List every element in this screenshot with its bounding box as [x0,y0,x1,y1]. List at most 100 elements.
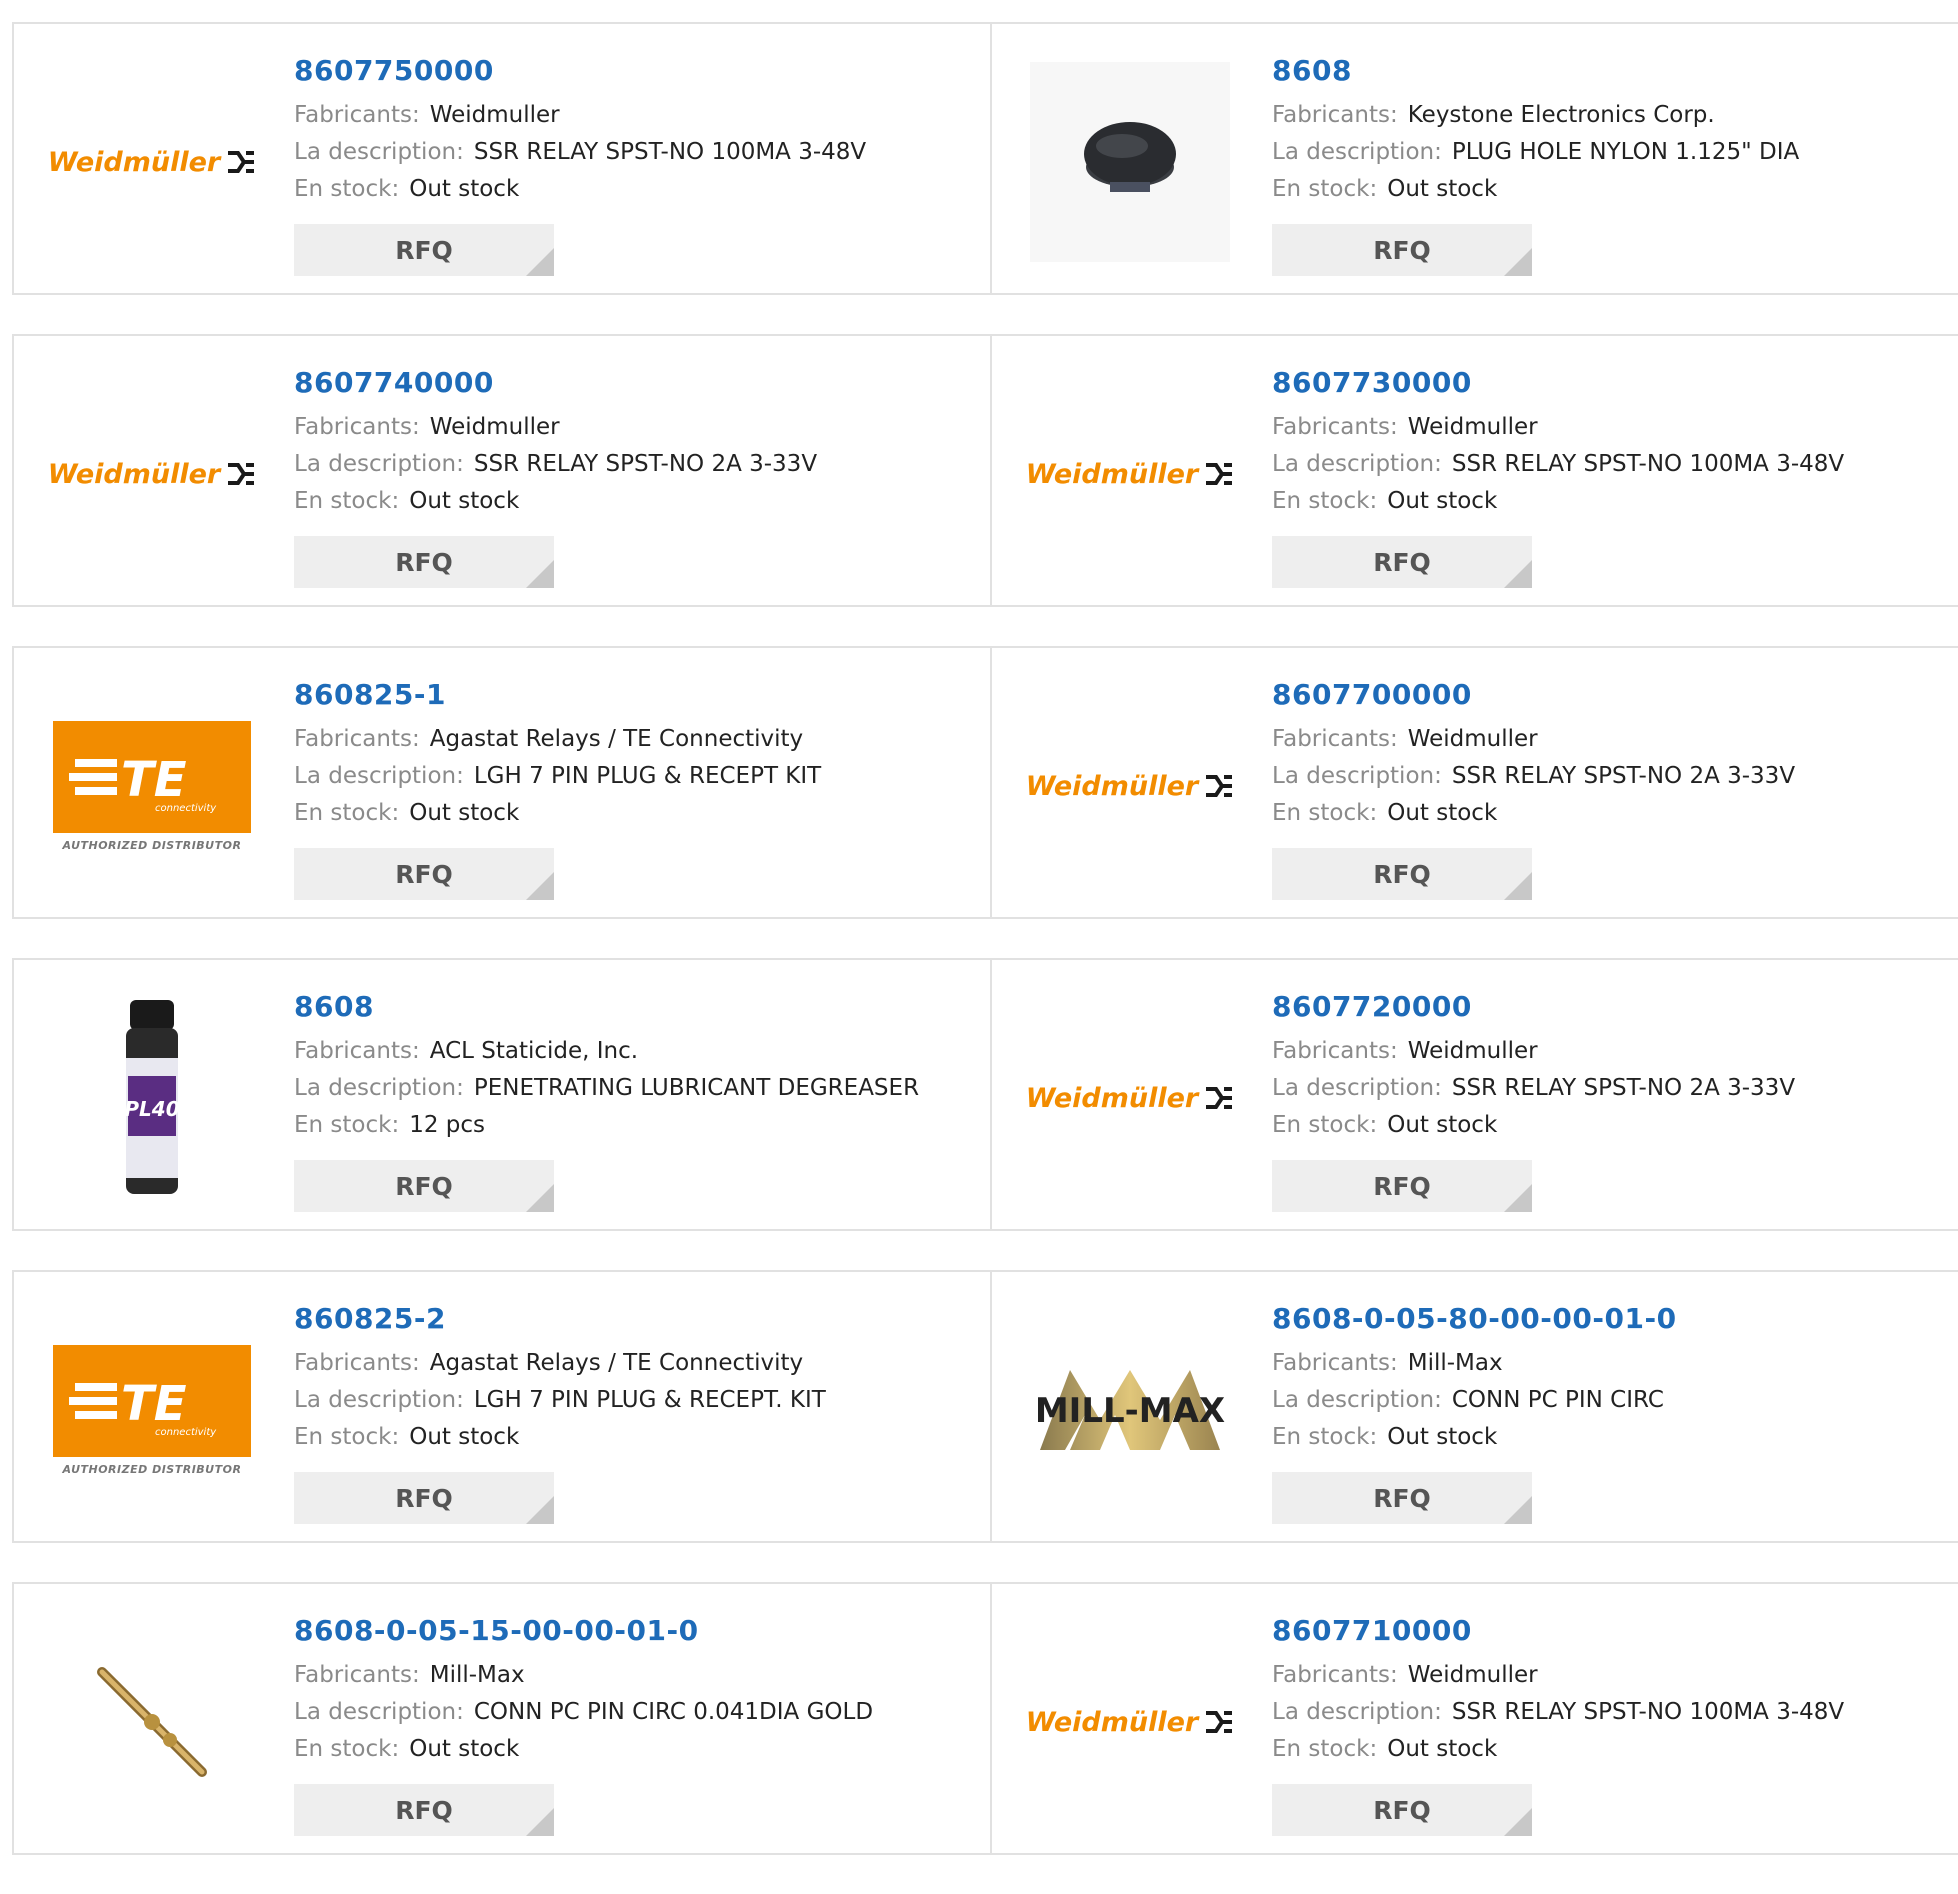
weidmuller-symbol-icon [1206,1087,1233,1109]
product-image[interactable] [1030,62,1230,262]
description-row: La description: PLUG HOLE NYLON 1.125" DI… [1272,134,1938,171]
manufacturer-row: Fabricants: Agastat Relays / TE Connectiv… [294,721,970,758]
part-number-link[interactable]: 8608-0-05-80-00-00-01-0 [1272,1302,1938,1335]
rfq-button[interactable]: RFQ [294,224,554,276]
manufacturer-label: Fabricants: [294,1038,420,1064]
part-number-link[interactable]: 8607710000 [1272,1614,1938,1647]
weidmuller-wordmark: Weidmüller [1025,1082,1199,1114]
manufacturer-label: Fabricants: [1272,726,1398,752]
product-info: 8608-0-05-80-00-00-01-0 Fabricants: Mill-… [1272,1302,1938,1456]
rfq-button[interactable]: RFQ [1272,536,1532,588]
description-value: SSR RELAY SPST-NO 2A 3-33V [1451,1075,1796,1101]
rfq-button[interactable]: RFQ [294,1472,554,1524]
manufacturer-label: Fabricants: [1272,102,1398,128]
product-image[interactable]: Weidmüller [1026,1622,1233,1822]
part-number-link[interactable]: 8607730000 [1272,366,1938,399]
rfq-button[interactable]: RFQ [1272,1160,1532,1212]
rfq-label: RFQ [395,547,453,577]
rfq-button[interactable]: RFQ [294,1160,554,1212]
part-number-link[interactable]: 8607720000 [1272,990,1938,1023]
rfq-button[interactable]: RFQ [294,536,554,588]
product-row: TE connectivity AUTHORIZED DISTRIBUTOR 860… [12,1270,1958,1543]
rfq-label: RFQ [395,1483,453,1513]
corner-triangle-icon [1504,872,1532,900]
part-number-link[interactable]: 860825-1 [294,678,970,711]
description-label: La description: [1272,451,1442,477]
description-value: SSR RELAY SPST-NO 100MA 3-48V [1451,451,1845,477]
stock-label: En stock: [1272,1736,1378,1762]
product-image[interactable]: Weidmüller [48,62,255,262]
rfq-label: RFQ [1373,1171,1431,1201]
rfq-label: RFQ [1373,235,1431,265]
rfq-button[interactable]: RFQ [1272,1472,1532,1524]
part-number-link[interactable]: 8607700000 [1272,678,1938,711]
stock-label: En stock: [294,800,400,826]
manufacturer-row: Fabricants: Mill-Max [1272,1345,1938,1382]
stock-value: Out stock [409,800,520,826]
description-label: La description: [294,139,464,165]
product-info: 860825-2 Fabricants: Agastat Relays / TE … [294,1302,970,1456]
te-caption: AUTHORIZED DISTRIBUTOR [62,1462,242,1476]
product-info: 8608 Fabricants: Keystone Electronics Cor… [1272,54,1938,208]
description-row: La description: CONN PC PIN CIRC 0.041DIA… [294,1694,970,1731]
part-number-link[interactable]: 8607740000 [294,366,970,399]
manufacturer-label: Fabricants: [294,726,420,752]
description-row: La description: CONN PC PIN CIRC [1272,1382,1938,1419]
manufacturer-label: Fabricants: [294,1662,420,1688]
corner-triangle-icon [526,1808,554,1836]
corner-triangle-icon [526,1184,554,1212]
stock-value: Out stock [1387,176,1498,202]
description-value: PLUG HOLE NYLON 1.125" DIA [1451,139,1800,165]
description-label: La description: [294,1075,464,1101]
product-card: Weidmüller 8607710000 Fabricants: Weidmul… [990,1584,1958,1853]
product-card: MILL-MAX 8608-0-05-80-00-00-01-0 Fabrica… [990,1272,1958,1541]
stock-row: En stock: Out stock [294,1419,970,1456]
product-info: 860825-1 Fabricants: Agastat Relays / TE … [294,678,970,832]
part-number-link[interactable]: 8608-0-05-15-00-00-01-0 [294,1614,970,1647]
manufacturer-row: Fabricants: Agastat Relays / TE Connectiv… [294,1345,970,1382]
stock-label: En stock: [294,1112,400,1138]
product-info: 8607740000 Fabricants: Weidmuller La desc… [294,366,970,520]
product-image[interactable]: TE connectivity AUTHORIZED DISTRIBUTOR [52,1310,252,1510]
product-image[interactable]: Weidmüller [1026,998,1233,1198]
part-number-link[interactable]: 8608 [1272,54,1938,87]
product-image[interactable]: PL40 [52,998,252,1198]
product-image[interactable]: Weidmüller [1026,686,1233,886]
product-card: 8608 Fabricants: Keystone Electronics Cor… [990,24,1958,293]
rfq-label: RFQ [395,1171,453,1201]
product-image[interactable]: Weidmüller [1026,374,1233,574]
description-value: SSR RELAY SPST-NO 2A 3-33V [1451,763,1796,789]
product-info: 8608-0-05-15-00-00-01-0 Fabricants: Mill-… [294,1614,970,1768]
part-number-link[interactable]: 8607750000 [294,54,970,87]
manufacturer-value: Weidmuller [1407,414,1538,440]
part-number-link[interactable]: 8608 [294,990,970,1023]
manufacturer-value: Mill-Max [429,1662,525,1688]
product-image[interactable] [52,1622,252,1822]
rfq-button[interactable]: RFQ [1272,848,1532,900]
description-value: SSR RELAY SPST-NO 2A 3-33V [473,451,818,477]
rfq-label: RFQ [1373,1795,1431,1825]
rfq-button[interactable]: RFQ [294,1784,554,1836]
rfq-button[interactable]: RFQ [1272,1784,1532,1836]
part-number-link[interactable]: 860825-2 [294,1302,970,1335]
stock-value: Out stock [409,1424,520,1450]
rfq-label: RFQ [395,235,453,265]
rfq-label: RFQ [1373,859,1431,889]
rfq-button[interactable]: RFQ [294,848,554,900]
product-image[interactable]: TE connectivity AUTHORIZED DISTRIBUTOR [52,686,252,886]
product-image[interactable]: MILL-MAX [1030,1310,1230,1510]
product-row: 8608-0-05-15-00-00-01-0 Fabricants: Mill-… [12,1582,1958,1855]
weidmuller-logo: Weidmüller [1026,1707,1234,1738]
manufacturer-label: Fabricants: [1272,1038,1398,1064]
product-image[interactable]: Weidmüller [48,374,255,574]
manufacturer-value: Weidmuller [1407,1662,1538,1688]
description-label: La description: [294,451,464,477]
product-row: PL40 8608 Fabricants: ACL Staticide, Inc.… [12,958,1958,1231]
rfq-button[interactable]: RFQ [1272,224,1532,276]
corner-triangle-icon [1504,1496,1532,1524]
description-label: La description: [1272,139,1442,165]
stock-row: En stock: Out stock [294,171,970,208]
manufacturer-label: Fabricants: [1272,414,1398,440]
stock-row: En stock: Out stock [1272,1419,1938,1456]
rfq-label: RFQ [1373,1483,1431,1513]
